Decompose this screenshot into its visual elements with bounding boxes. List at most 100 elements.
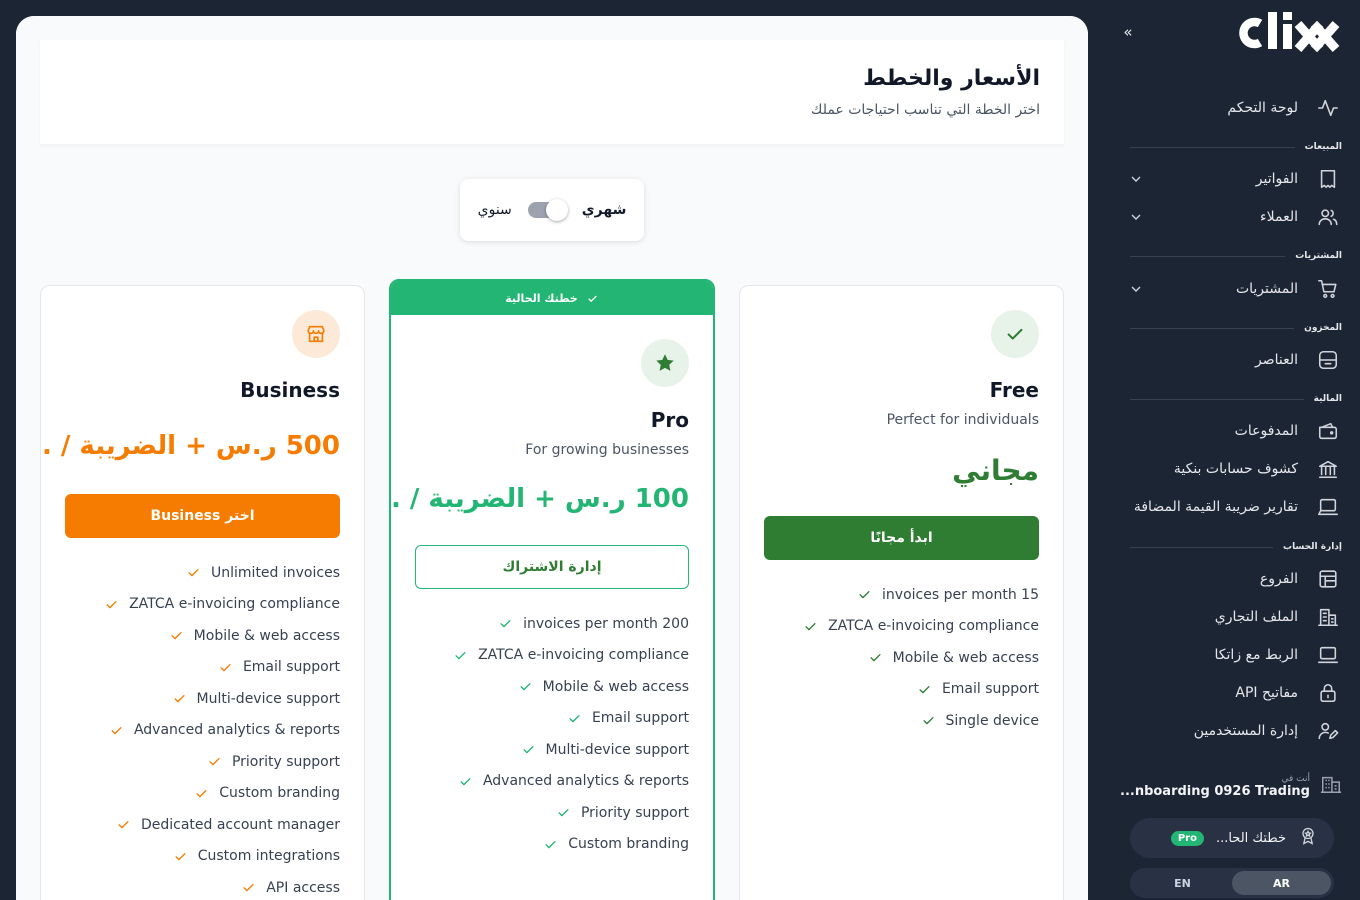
check-icon [520,683,531,691]
feature-label: invoices per month 200 [523,615,689,632]
plan-card-free: Free Perfect for individuals مجاني ابدأ … [739,285,1064,900]
check-icon [558,809,569,817]
start-free-button[interactable]: ابدأ مجانًا [764,516,1039,560]
section-divider [1130,146,1295,148]
feature-item: ZATCA e-invoicing compliance [65,589,340,621]
sidebar-item-zatca[interactable]: الربط مع زاتكا [1128,637,1340,673]
check-icon [209,758,220,766]
sidebar-item-label: كشوف حسابات بنكية [1173,461,1298,477]
current-plan-label: خطتك الحالية [505,291,578,305]
chevron-down-icon[interactable] [1128,209,1144,225]
check-icon [991,310,1039,358]
sidebar-item-business-profile[interactable]: الملف التجاري [1128,599,1340,635]
check-icon [545,840,556,849]
choose-business-button[interactable]: اختر Business [65,494,340,538]
feature-item: Unlimited invoices [65,557,340,589]
check-icon [870,654,881,662]
sidebar-item-items[interactable]: العناصر [1128,342,1340,378]
chevron-down-icon[interactable] [1128,171,1144,187]
sidebar-item-invoices[interactable]: الفواتير [1128,161,1340,197]
check-icon [188,569,199,577]
current-company[interactable]: أنت في ...nboarding 0926 Trading [1120,766,1342,806]
current-plan-button[interactable]: خطتك الحا... Pro [1130,818,1334,858]
sidebar-item-label: الربط مع زاتكا [1214,647,1298,663]
feature-label: Custom integrations [197,848,340,865]
check-icon [243,884,254,892]
feature-item: invoices per month 15 [764,579,1039,611]
feature-item: ZATCA e-invoicing compliance [764,611,1039,643]
feature-label: Dedicated account manager [140,816,340,833]
current-plan-banner: خطتك الحالية [391,281,713,315]
check-icon [175,852,186,861]
feature-item: Priority support [65,746,340,778]
plan-name: Pro [650,408,689,432]
feature-label: Multi-device support [545,741,689,758]
feature-label: ZATCA e-invoicing compliance [828,618,1039,635]
section-inventory: المخزون [1130,320,1342,336]
feature-list: invoices per month 15 ZATCA e-invoicing c… [764,579,1039,737]
sidebar-item-branches[interactable]: الفروع [1128,561,1340,597]
bank-icon [1316,457,1340,481]
check-icon [569,714,580,723]
feature-item: Custom integrations [65,841,340,873]
monthly-label[interactable]: شهري [582,202,627,218]
sidebar-item-vat-reports[interactable]: تقارير ضريبة القيمة المضافة [1128,489,1340,525]
feature-label: Email support [591,710,689,727]
billing-switch[interactable] [527,199,568,221]
laptop-icon [1316,495,1340,519]
lang-ar-button[interactable]: AR [1232,871,1331,895]
check-icon [106,600,117,609]
section-label: المشتريات [1295,251,1342,261]
check-icon [171,632,182,640]
check-icon [587,295,597,302]
sidebar-item-bank-statements[interactable]: كشوف حسابات بنكية [1128,451,1340,487]
company-name: ...nboarding 0926 Trading [1120,783,1310,799]
cart-icon [1316,277,1340,301]
feature-item: Email support [415,703,689,735]
sidebar-item-label: الفواتير [1255,171,1298,187]
user-edit-icon [1316,719,1340,743]
sidebar-item-payments[interactable]: المدفوعات [1128,413,1340,449]
page-header: الأسعار والخطط اختر الخطة التي تناسب احت… [40,40,1064,145]
section-sales: المبيعات [1130,139,1342,155]
sidebar-item-dashboard[interactable]: لوحة التحكم [1128,90,1340,126]
feature-label: Single device [945,712,1039,729]
main-content: الأسعار والخطط اختر الخطة التي تناسب احت… [16,16,1088,900]
sidebar-item-api-keys[interactable]: مفاتيح API [1128,675,1340,711]
box-icon [1316,348,1340,372]
feature-label: Mobile & web access [542,678,689,695]
sidebar-item-label: الملف التجاري [1214,609,1298,625]
feature-label: Multi-device support [196,690,340,707]
feature-item: Advanced analytics & reports [415,766,689,798]
section-divider [1130,327,1295,329]
section-label: المخزون [1304,323,1342,333]
plan-label: خطتك الحا... [1215,830,1286,846]
sidebar-item-customers[interactable]: العملاء [1128,199,1340,235]
feature-item: Single device [764,705,1039,737]
receipt-icon [1316,167,1340,191]
feature-label: Priority support [580,804,689,821]
collapse-sidebar-icon[interactable]: » [1120,22,1136,42]
lang-en-button[interactable]: EN [1133,871,1232,895]
sidebar-item-purchases[interactable]: المشتريات [1128,271,1340,307]
feature-label: Mobile & web access [193,627,340,644]
check-icon [118,821,129,829]
users-icon [1316,205,1340,229]
check-icon [805,622,816,631]
section-divider [1130,255,1286,257]
switch-knob [545,199,568,221]
yearly-label[interactable]: سنوي [478,202,512,218]
feature-item: Mobile & web access [415,671,689,703]
manage-subscription-button[interactable]: إدارة الاشتراك [415,545,689,589]
plan-name: Free [989,378,1039,402]
section-label: المالية [1313,394,1342,404]
feature-item: ZATCA e-invoicing compliance [415,640,689,672]
activity-icon [1316,96,1340,120]
check-icon [919,685,930,694]
sidebar-item-user-management[interactable]: إدارة المستخدمين [1128,713,1340,749]
award-icon [1298,826,1318,850]
feature-label: Mobile & web access [892,649,1039,666]
plan-name: Business [240,378,340,402]
chevron-down-icon[interactable] [1128,281,1144,297]
check-icon [455,651,466,660]
